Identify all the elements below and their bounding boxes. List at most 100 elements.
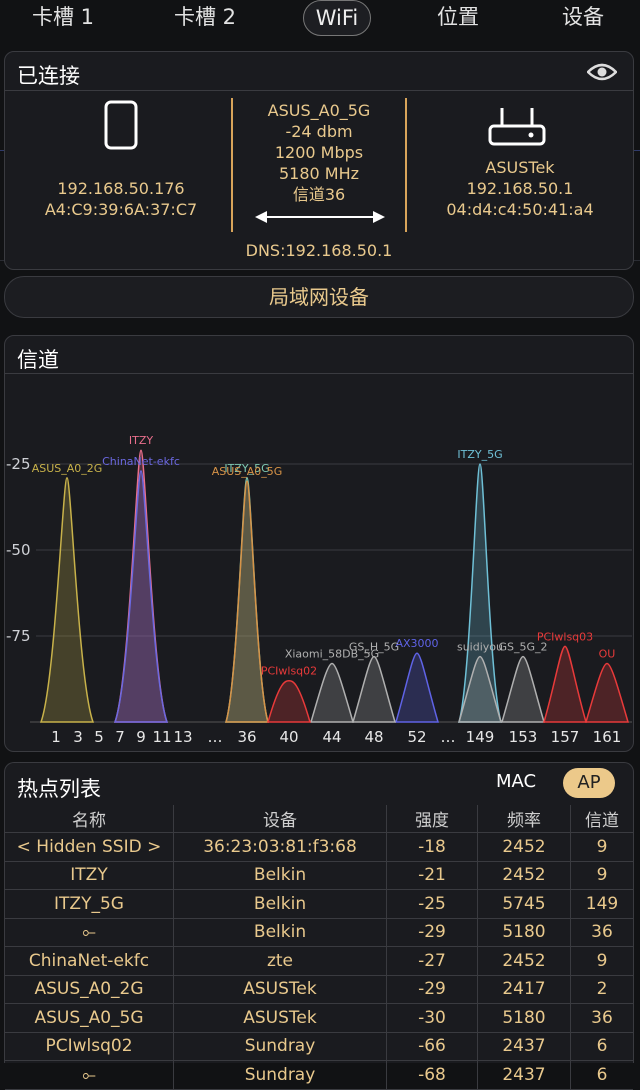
col-channel[interactable]: 信道 bbox=[570, 805, 633, 833]
table-cell: -21 bbox=[386, 861, 478, 890]
table-cell: ⟜ bbox=[5, 1060, 174, 1090]
peak-label: OU bbox=[599, 648, 616, 661]
table-cell: -25 bbox=[386, 889, 478, 919]
link-speed: 1200 Mbps bbox=[274, 143, 364, 162]
col-name[interactable]: 名称 bbox=[5, 805, 174, 833]
ap-toggle[interactable]: AP bbox=[563, 768, 615, 798]
link-channel: 信道36 bbox=[292, 185, 346, 204]
peak-label: ASUS_A0_5G bbox=[212, 465, 283, 478]
table-row[interactable]: ASUS_A0_5G ASUSTek -30 5180 36 bbox=[5, 1003, 633, 1033]
table-cell: -66 bbox=[386, 1032, 478, 1061]
tab-sim2[interactable]: 卡槽 2 bbox=[160, 0, 250, 34]
table-cell: < Hidden SSID > bbox=[5, 832, 174, 862]
table-cell: -29 bbox=[386, 918, 478, 947]
peak-label: ChinaNet-ekfc bbox=[102, 455, 180, 468]
top-tab-bar: 卡槽 1 卡槽 2 WiFi 位置 设备 bbox=[0, 0, 640, 36]
table-cell: -30 bbox=[386, 1003, 478, 1033]
link-info: ASUS_A0_5G -24 dbm 1200 Mbps 5180 MHz 信道… bbox=[233, 100, 405, 205]
tab-location[interactable]: 位置 bbox=[420, 0, 496, 34]
phone-ip: 192.168.50.176 bbox=[57, 179, 185, 198]
lan-devices-button[interactable]: 局域网设备 bbox=[4, 276, 634, 318]
table-cell: Belkin bbox=[173, 918, 387, 947]
signal-peak bbox=[543, 645, 587, 723]
router-mac: 04:d4:c4:50:41:a4 bbox=[446, 200, 594, 219]
table-row[interactable]: ChinaNet-ekfc zte -27 2452 9 bbox=[5, 946, 633, 976]
eye-icon[interactable] bbox=[587, 62, 617, 82]
mac-toggle[interactable]: MAC bbox=[496, 771, 536, 792]
router-vendor: ASUSTek bbox=[485, 158, 555, 177]
table-cell: ⟜ bbox=[5, 918, 174, 947]
table-cell: 2 bbox=[570, 975, 633, 1004]
signal-peak bbox=[225, 480, 269, 723]
x-tick-label: 157 bbox=[550, 728, 580, 746]
tab-wifi[interactable]: WiFi bbox=[303, 0, 371, 36]
channel-chart: ITZYASUS_A0_2G ITZY_5GASUS_A0_5GITZY_5GCh… bbox=[30, 434, 632, 723]
tab-devices[interactable]: 设备 bbox=[545, 0, 621, 34]
signal-peak bbox=[501, 655, 545, 723]
table-cell: 2437 bbox=[477, 1032, 571, 1061]
table-row[interactable]: ⟜ Belkin -29 5180 36 bbox=[5, 918, 633, 947]
table-cell: 36 bbox=[570, 1003, 633, 1033]
peak-label: ITZY_5G bbox=[457, 448, 502, 461]
hotspot-title: 热点列表 bbox=[17, 777, 101, 801]
table-cell: 2452 bbox=[477, 832, 571, 862]
table-cell: ASUS_A0_2G bbox=[5, 975, 174, 1004]
table-cell: 9 bbox=[570, 946, 633, 976]
link-signal: -24 dbm bbox=[285, 122, 353, 141]
table-row[interactable]: ITZY Belkin -21 2452 9 bbox=[5, 861, 633, 890]
divider bbox=[5, 373, 633, 374]
table-cell: 36:23:03:81:f3:68 bbox=[173, 832, 387, 862]
divider-right bbox=[405, 98, 407, 232]
phone-icon bbox=[104, 100, 138, 150]
signal-peak bbox=[585, 662, 629, 723]
table-cell: ASUS_A0_5G bbox=[5, 1003, 174, 1033]
connected-title: 已连接 bbox=[17, 64, 80, 88]
table-cell: 2417 bbox=[477, 975, 571, 1004]
table-cell: Sundray bbox=[173, 1032, 387, 1061]
table-cell: 6 bbox=[570, 1060, 633, 1090]
table-cell: 9 bbox=[570, 861, 633, 890]
peak-label: ITZY bbox=[129, 434, 153, 447]
table-row[interactable]: PCIwlsq02 Sundray -66 2437 6 bbox=[5, 1032, 633, 1061]
channel-title: 信道 bbox=[17, 348, 59, 372]
col-device[interactable]: 设备 bbox=[173, 805, 387, 833]
divider bbox=[5, 90, 633, 91]
table-row[interactable]: ITZY_5G Belkin -25 5745 149 bbox=[5, 889, 633, 919]
peak-label: suidiyou bbox=[457, 641, 503, 654]
router-icon bbox=[488, 108, 546, 146]
table-cell: 5180 bbox=[477, 918, 571, 947]
table-cell: zte bbox=[173, 946, 387, 976]
table-cell: -27 bbox=[386, 946, 478, 976]
x-tick-label: 48 bbox=[364, 728, 384, 746]
table-cell: 5180 bbox=[477, 1003, 571, 1033]
table-cell: ASUSTek bbox=[173, 1003, 387, 1033]
x-tick-label: 149 bbox=[465, 728, 495, 746]
table-cell: 9 bbox=[570, 832, 633, 862]
table-cell: -68 bbox=[386, 1060, 478, 1090]
x-tick-label: 36 bbox=[237, 728, 257, 746]
x-tick-label: 44 bbox=[322, 728, 342, 746]
table-row[interactable]: ASUS_A0_2G ASUSTek -29 2417 2 bbox=[5, 975, 633, 1004]
phone-info: 192.168.50.176 A4:C9:39:6A:37:C7 bbox=[25, 178, 217, 220]
table-cell: ITZY bbox=[5, 861, 174, 890]
signal-peak bbox=[352, 655, 396, 723]
signal-peak bbox=[113, 470, 169, 723]
x-tick-label: 153 bbox=[508, 728, 538, 746]
table-cell: 36 bbox=[570, 918, 633, 947]
table-cell: 2437 bbox=[477, 1060, 571, 1090]
signal-peak bbox=[267, 679, 311, 723]
table-row[interactable]: ⟜ Sundray -68 2437 6 bbox=[5, 1060, 633, 1090]
peak-label: Xiaomi_58DB_5G bbox=[285, 648, 379, 661]
table-cell: 2452 bbox=[477, 946, 571, 976]
link-ssid: ASUS_A0_5G bbox=[267, 101, 371, 120]
table-row[interactable]: < Hidden SSID >36:23:03:81:f3:68 -18 2452 9 bbox=[5, 832, 633, 862]
tab-sim1[interactable]: 卡槽 1 bbox=[18, 0, 108, 34]
col-freq[interactable]: 频率 bbox=[477, 805, 571, 833]
col-strength[interactable]: 强度 bbox=[386, 805, 478, 833]
signal-peak bbox=[310, 662, 354, 723]
peak-label: ASUS_A0_2G bbox=[32, 462, 103, 475]
peak-label: PCIwlsq03 bbox=[537, 630, 593, 643]
hotspot-table: 名称 设备 强度 频率 信道 < Hidden SSID >36:23:03:8… bbox=[5, 805, 633, 1090]
phone-mac: A4:C9:39:6A:37:C7 bbox=[44, 200, 198, 219]
table-cell: 2452 bbox=[477, 861, 571, 890]
